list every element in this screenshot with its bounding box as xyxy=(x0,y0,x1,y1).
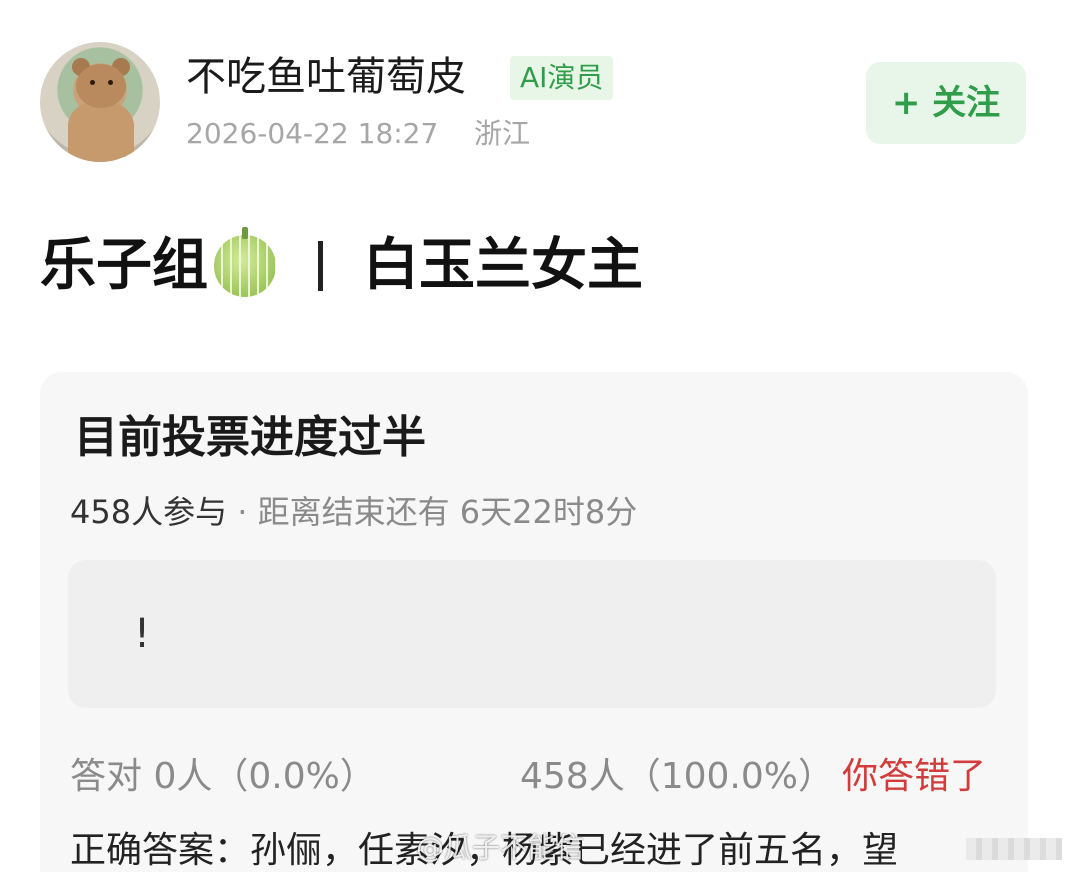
poll-correct-count: 答对 0人（0.0%） xyxy=(70,756,376,797)
poll-time-left: 距离结束还有 6天22时8分 xyxy=(257,493,638,531)
post-page: 不吃鱼吐葡萄皮 AI演员 2026-04-22 18:27 浙江 + 关注 乐子… xyxy=(0,0,1072,872)
avatar[interactable] xyxy=(40,42,160,162)
poll-option-text: ! xyxy=(134,611,151,657)
post-title: 乐子组 白玉兰女主 xyxy=(40,226,643,306)
post-timestamp: 2026-04-22 18:27 xyxy=(186,117,439,150)
melon-icon xyxy=(214,227,276,297)
username[interactable]: 不吃鱼吐葡萄皮 xyxy=(186,52,466,102)
poll-meta: 458人参与 · 距离结束还有 6天22时8分 xyxy=(70,490,637,534)
bear-eye-right xyxy=(108,80,113,85)
bear-eye-left xyxy=(90,80,95,85)
post-meta: 2026-04-22 18:27 浙江 xyxy=(186,114,530,154)
bear-body xyxy=(68,102,134,162)
bear-head xyxy=(76,64,126,108)
poll-user-status: 你答错了 xyxy=(842,756,987,797)
title-left: 乐子组 xyxy=(40,233,208,298)
poll-wrong-count: 458人（100.0%） xyxy=(520,756,834,797)
watermark: @瓜子不能信 xyxy=(416,831,585,864)
title-right: 白玉兰女主 xyxy=(363,233,643,298)
user-badge: AI演员 xyxy=(510,56,614,100)
watermark-bar xyxy=(966,838,1062,860)
follow-button[interactable]: + 关注 xyxy=(866,62,1026,144)
poll-option[interactable] xyxy=(68,560,996,708)
poll-question: 目前投票进度过半 xyxy=(74,412,426,463)
post-location: 浙江 xyxy=(473,117,530,150)
poll-participants: 458人参与 xyxy=(70,493,228,531)
poll-meta-separator: · xyxy=(227,493,258,531)
title-divider xyxy=(318,241,323,291)
